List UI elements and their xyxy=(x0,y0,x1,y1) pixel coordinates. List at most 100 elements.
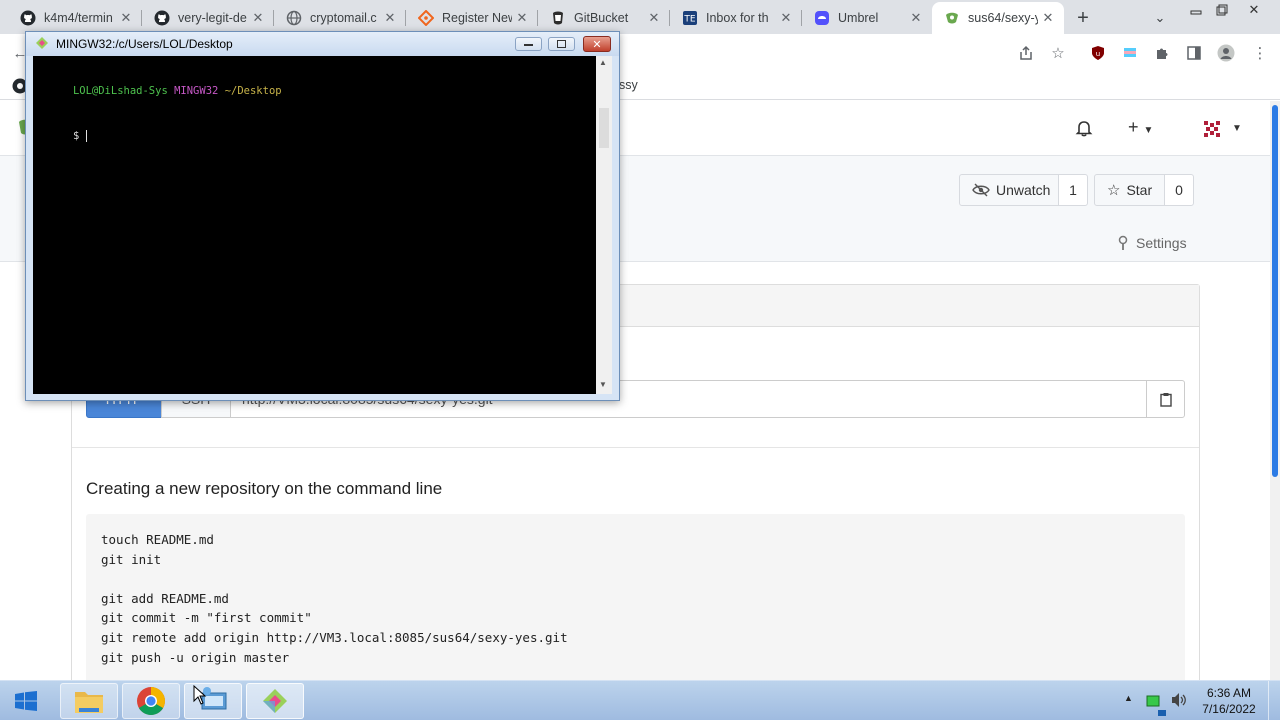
scroll-down-arrow-icon[interactable]: ▼ xyxy=(599,380,607,389)
tab-title: Register New xyxy=(442,11,512,25)
globe-icon xyxy=(286,10,302,26)
github-icon xyxy=(20,10,36,26)
code-line: git add README.md xyxy=(101,590,229,606)
section-heading: Creating a new repository on the command… xyxy=(86,479,443,498)
puzzle-icon[interactable] xyxy=(1152,43,1172,63)
star-count[interactable]: 0 xyxy=(1164,174,1194,206)
unwatch-label: Unwatch xyxy=(996,182,1051,198)
tutanota-icon: TE xyxy=(682,10,698,26)
tab-strip: k4m4/termin ✕ very-legit-de ✕ cryptomail… xyxy=(0,0,1280,34)
terminal-titlebar[interactable]: MINGW32:/c/Users/LOL/Desktop ✕ xyxy=(26,32,619,56)
mingw-icon xyxy=(35,36,49,55)
terminal-title: MINGW32:/c/Users/LOL/Desktop xyxy=(56,37,233,51)
folder-icon xyxy=(75,692,103,713)
plus-dropdown-button[interactable]: + ▼ xyxy=(1128,117,1153,138)
file-explorer-taskbar-button[interactable] xyxy=(60,683,118,719)
browser-tab[interactable]: Register New ✕ xyxy=(406,2,538,34)
minimize-button[interactable] xyxy=(1182,0,1210,20)
avatar-dropdown-caret-icon[interactable]: ▼ xyxy=(1232,123,1242,134)
tab-title: Umbrel xyxy=(838,11,879,25)
new-tab-button[interactable]: + xyxy=(1072,7,1094,29)
tab-settings[interactable]: Settings xyxy=(1116,235,1187,251)
browser-tab[interactable]: cryptomail.c ✕ xyxy=(274,2,406,34)
chrome-taskbar-button[interactable] xyxy=(122,683,180,719)
terminal-minimize-button[interactable] xyxy=(515,37,542,51)
browser-tab-active[interactable]: sus64/sexy-y ✕ xyxy=(932,2,1064,34)
close-icon[interactable]: ✕ xyxy=(644,8,664,28)
gitbucket-icon xyxy=(550,10,566,26)
clipboard-icon xyxy=(1159,392,1172,407)
clock[interactable]: 6:36 AM 7/16/2022 xyxy=(1196,685,1262,717)
tab-title: GitBucket xyxy=(574,11,629,25)
tab-title: k4m4/termin xyxy=(44,11,113,25)
chrome-icon xyxy=(137,687,165,715)
tab-title: Inbox for th xyxy=(706,11,769,25)
code-line: git init xyxy=(101,551,162,567)
share-icon[interactable] xyxy=(1016,43,1036,63)
restore-button[interactable] xyxy=(1208,0,1236,20)
close-icon[interactable]: ✕ xyxy=(906,8,926,28)
show-hidden-icons-icon[interactable]: ▲ xyxy=(1124,693,1133,703)
browser-tab[interactable]: k4m4/termin ✕ xyxy=(8,2,142,34)
scroll-up-arrow-icon[interactable]: ▲ xyxy=(599,58,607,67)
close-window-button[interactable]: ✕ xyxy=(1240,0,1268,20)
close-icon[interactable]: ✕ xyxy=(116,8,136,28)
watch-count[interactable]: 1 xyxy=(1058,174,1088,206)
prompt-symbol: $ xyxy=(72,130,80,142)
copy-clipboard-button[interactable] xyxy=(1146,380,1185,418)
side-panel-icon[interactable] xyxy=(1184,43,1204,63)
show-desktop-button[interactable] xyxy=(1268,681,1280,721)
terminal-close-button[interactable]: ✕ xyxy=(583,36,611,52)
browser-tab[interactable]: GitBucket ✕ xyxy=(538,2,670,34)
close-icon[interactable]: ✕ xyxy=(512,8,532,28)
unwatch-button[interactable]: Unwatch xyxy=(959,174,1059,206)
tab-title: cryptomail.c xyxy=(310,11,377,25)
umbrel-icon xyxy=(814,10,830,26)
settings-label: Settings xyxy=(1136,235,1187,251)
text-cursor xyxy=(85,130,87,142)
ublock-icon[interactable]: u xyxy=(1088,43,1108,63)
eye-slash-icon xyxy=(972,183,990,197)
close-icon[interactable]: ✕ xyxy=(776,8,796,28)
browser-tab[interactable]: Umbrel ✕ xyxy=(802,2,932,34)
star-bookmark-icon[interactable]: ☆ xyxy=(1048,43,1068,63)
terminal-output[interactable]: LOL@DiLshad-Sys MINGW32 ~/Desktop $ xyxy=(33,56,596,394)
bell-icon[interactable] xyxy=(1075,119,1093,142)
page-scrollbar[interactable] xyxy=(1270,101,1280,680)
prompt-env: MINGW32 xyxy=(174,85,219,97)
close-icon[interactable]: ✕ xyxy=(380,8,400,28)
git-bash-taskbar-button[interactable] xyxy=(246,683,304,719)
windows-start-icon[interactable] xyxy=(15,691,37,716)
divider xyxy=(72,447,1199,448)
bookmark-label[interactable]: ssy xyxy=(619,78,638,92)
close-icon[interactable]: ✕ xyxy=(248,8,268,28)
volume-icon[interactable] xyxy=(1170,692,1188,713)
tab-search-icon[interactable]: ⌄ xyxy=(1150,9,1170,27)
profile-avatar-icon[interactable] xyxy=(1216,43,1236,63)
svg-text:u: u xyxy=(1096,50,1100,58)
extension-icon[interactable] xyxy=(1120,43,1140,63)
terminal-maximize-button[interactable] xyxy=(548,37,575,51)
scrollbar-thumb[interactable] xyxy=(1272,105,1278,477)
scrollbar-thumb[interactable] xyxy=(599,108,609,148)
browser-tab[interactable]: very-legit-de ✕ xyxy=(142,2,274,34)
tab-title: very-legit-de xyxy=(178,11,247,25)
settings-icon xyxy=(1118,235,1128,250)
network-status-icon[interactable] xyxy=(1158,705,1166,723)
mouse-cursor-icon xyxy=(193,684,207,710)
terminal-window[interactable]: MINGW32:/c/Users/LOL/Desktop ✕ LOL@DiLsh… xyxy=(25,31,620,401)
close-icon[interactable]: ✕ xyxy=(1038,8,1058,28)
clock-date: 7/16/2022 xyxy=(1202,702,1256,716)
terminal-scrollbar[interactable]: ▲ ▼ xyxy=(596,56,612,394)
menu-dots-icon[interactable]: ⋮ xyxy=(1250,43,1270,63)
star-button[interactable]: ☆ Star xyxy=(1094,174,1165,206)
prompt-path: ~/Desktop xyxy=(224,85,282,97)
star-icon: ☆ xyxy=(1107,182,1121,199)
watch-count-value: 1 xyxy=(1069,182,1077,198)
user-avatar[interactable] xyxy=(1200,117,1224,146)
browser-tab[interactable]: TE Inbox for th ✕ xyxy=(670,2,802,34)
code-line: git remote add origin http://VM3.local:8… xyxy=(101,629,568,645)
taskbar: ▲ 6:36 AM 7/16/2022 xyxy=(0,680,1280,723)
terminal-input-line: $ xyxy=(35,114,594,159)
